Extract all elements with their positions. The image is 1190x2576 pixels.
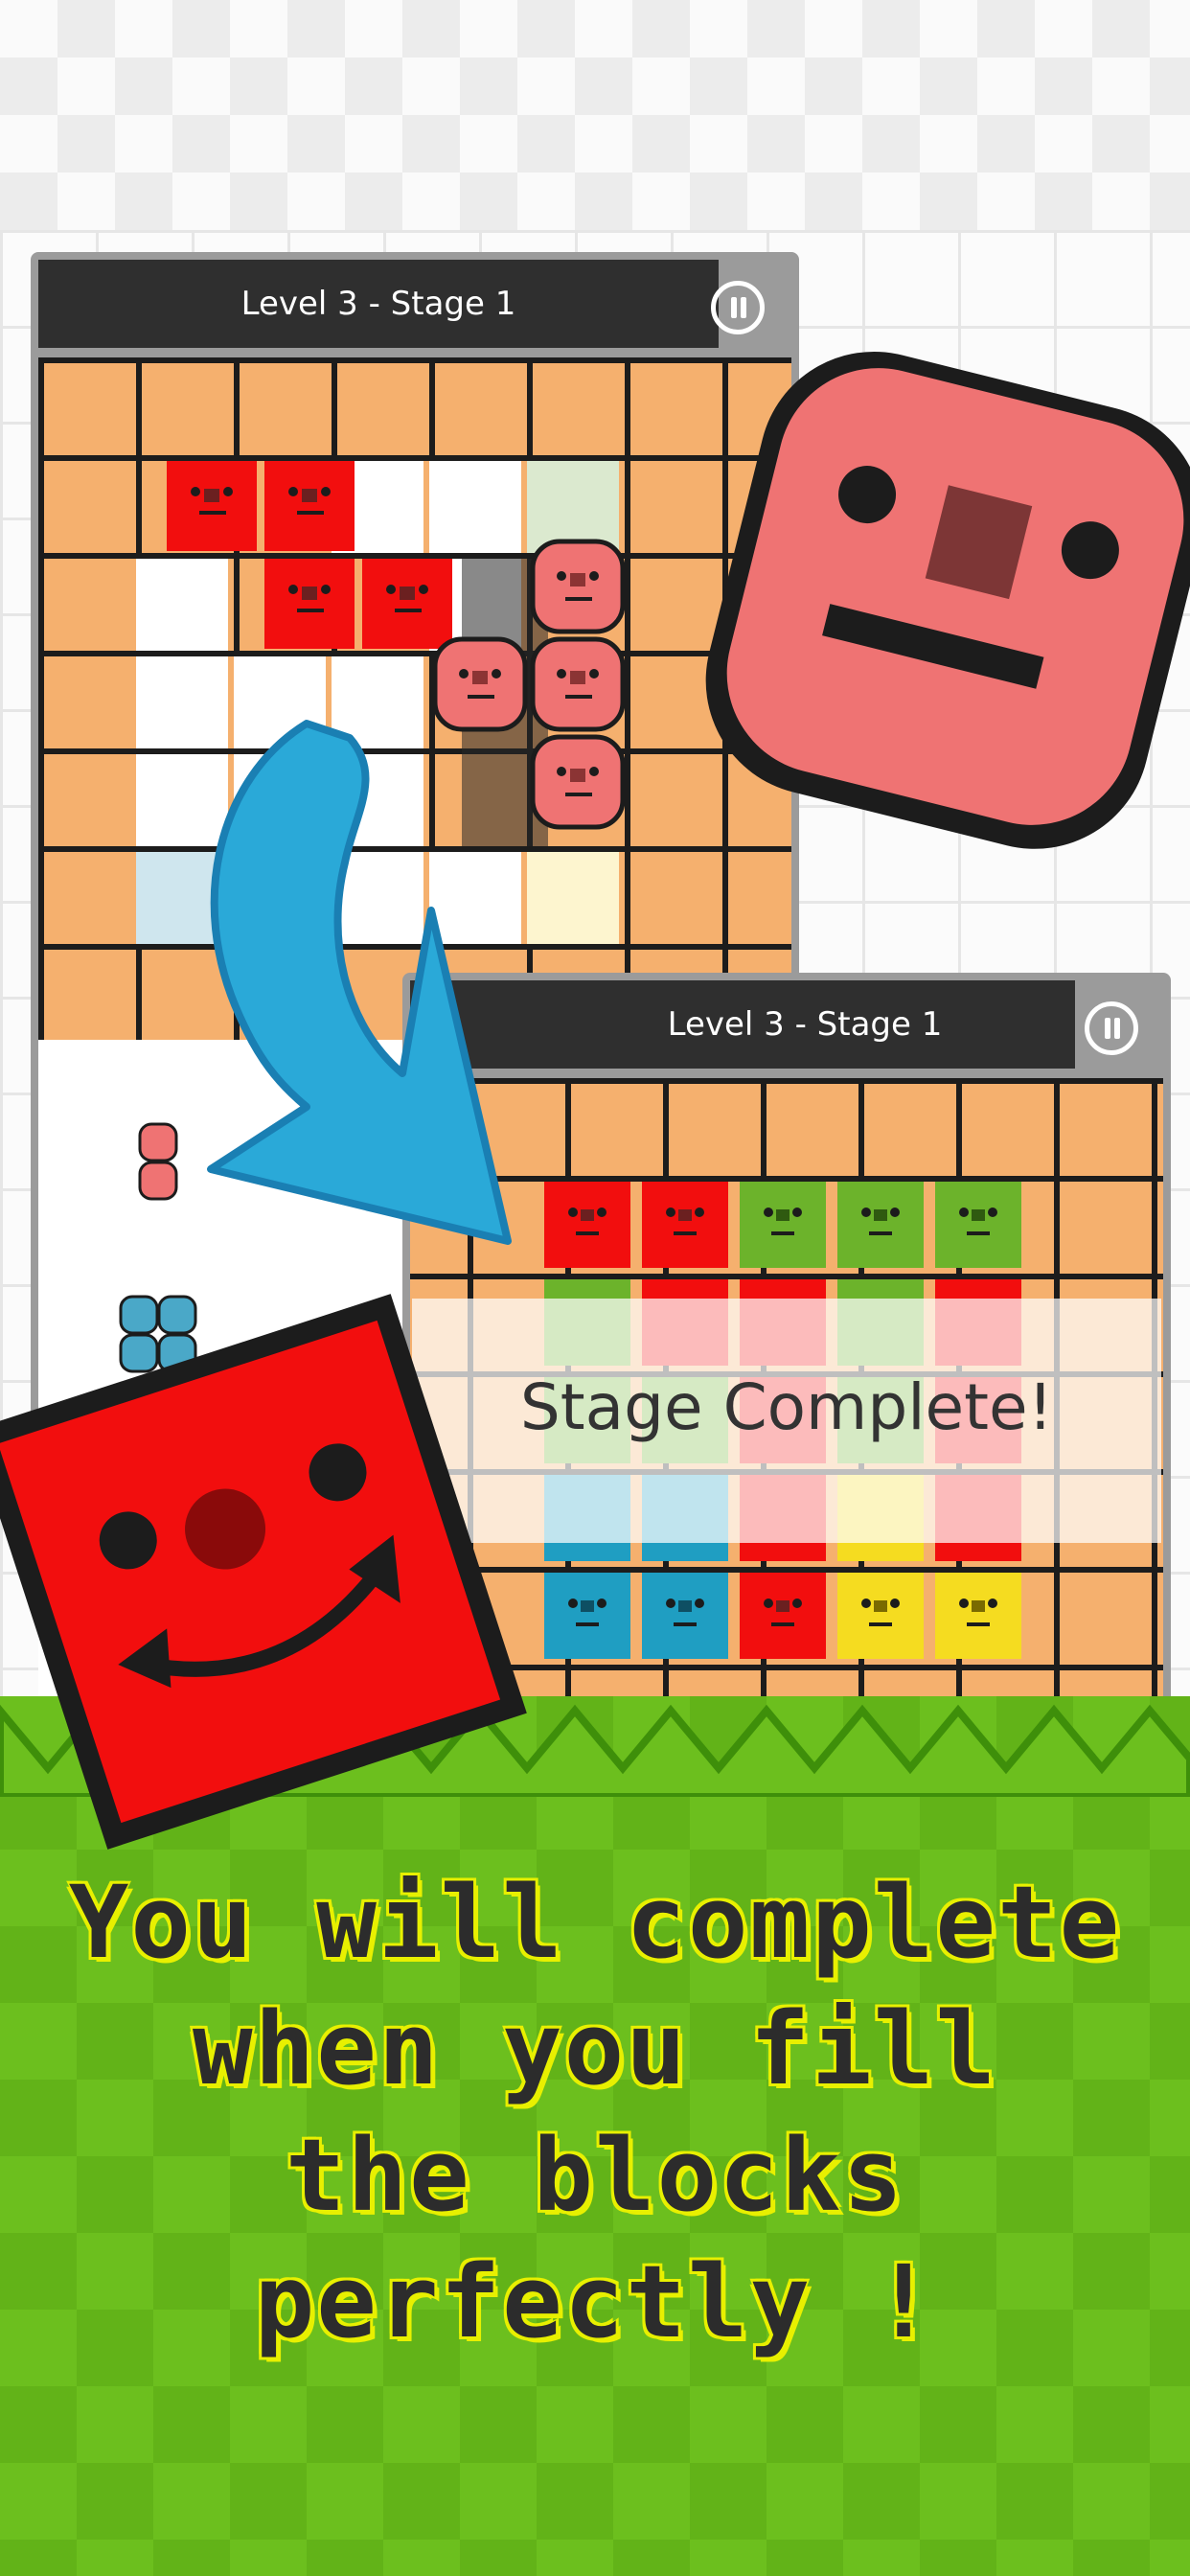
headline-line-3: the blocks perfectly ! bbox=[254, 2117, 936, 2360]
headline-line-1: You will complete bbox=[68, 1864, 1122, 1981]
headline: You will complete when you fill the bloc… bbox=[0, 1859, 1190, 2365]
pink-face-character bbox=[705, 351, 1190, 849]
red-face-character bbox=[0, 1294, 527, 1850]
headline-line-2: when you fill bbox=[193, 1990, 997, 2107]
curved-arrow-icon bbox=[207, 720, 512, 1245]
checker-background bbox=[0, 0, 1190, 230]
